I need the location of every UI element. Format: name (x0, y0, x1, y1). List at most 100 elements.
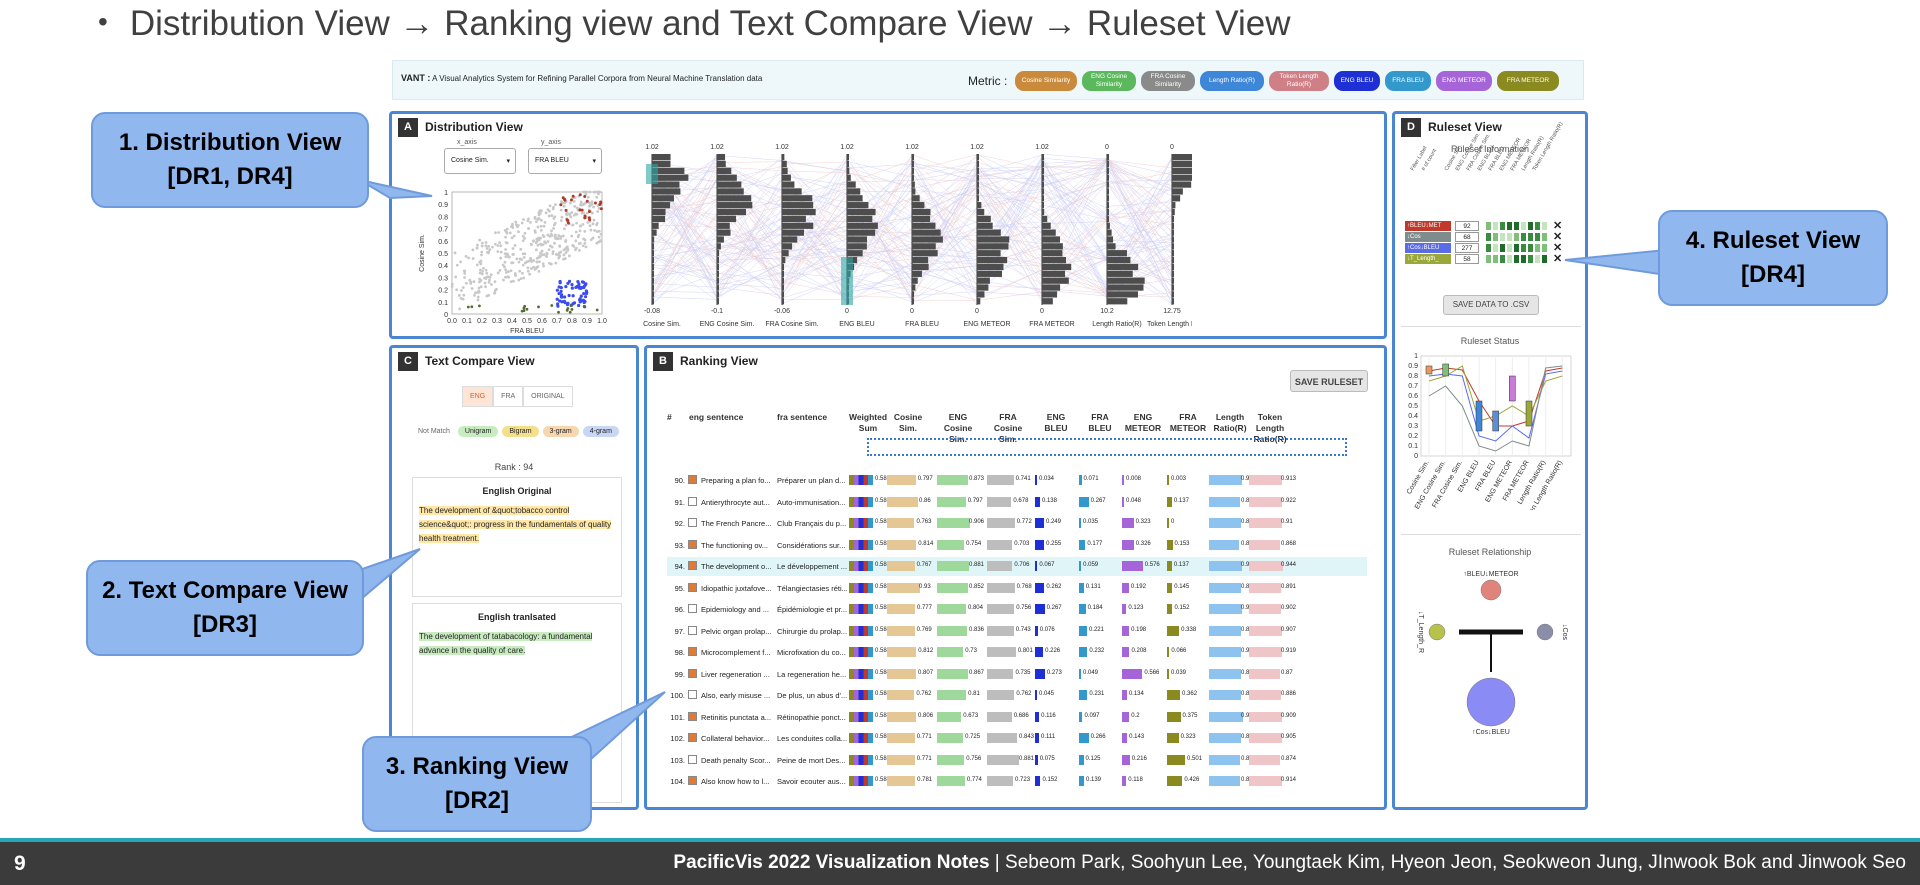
row-checkbox[interactable] (688, 561, 697, 570)
metric-pill[interactable]: ENG Cosine Similarity (1082, 71, 1136, 91)
table-row[interactable]: 92. The French Pancre... Club Français du … (667, 514, 1367, 533)
y-axis-select[interactable]: y_axis FRA BLEU ▾ (528, 139, 602, 174)
scatter-point (504, 248, 508, 251)
metric-bar (887, 733, 915, 743)
ranking-column-header[interactable]: fra sentence (777, 412, 857, 423)
row-checkbox[interactable] (688, 711, 697, 721)
ruleset-status-chart[interactable]: 10.90.80.70.60.50.40.30.20.10Cosine Sim.… (1399, 350, 1583, 510)
ranking-column-header[interactable]: ENG BLEU (1035, 412, 1077, 434)
save-csv-button[interactable]: SAVE DATA TO .CSV (1443, 295, 1539, 315)
eng-sentence: Antierythrocyte aut... (701, 497, 770, 507)
remove-rule-icon[interactable]: ✕ (1553, 252, 1562, 265)
pcp-histogram-bar (912, 160, 914, 168)
metric-bar (1167, 582, 1173, 593)
fra-sentence: Épidémiologie et pr... (777, 605, 847, 614)
table-row[interactable]: 100. Also, early misuse ... De plus, un ab… (667, 686, 1367, 705)
ranking-column-header[interactable]: Length Ratio(R) (1209, 412, 1251, 434)
eng-sentence: Retinitis punctata a... (701, 712, 772, 722)
metric-pill[interactable]: ENG BLEU (1334, 71, 1380, 91)
rule-label[interactable]: ↓T_Length_ (1405, 254, 1451, 264)
row-checkbox[interactable] (688, 776, 697, 785)
metric-pill[interactable]: Token Length Ratio(R) (1269, 71, 1329, 91)
pcp-histogram-bar (717, 202, 753, 209)
metric-pill[interactable]: Length Ratio(R) (1200, 71, 1264, 91)
row-checkbox[interactable] (688, 754, 697, 764)
pcp-histogram-bar (652, 215, 666, 223)
ranking-column-header[interactable]: Cosine Sim. (887, 412, 929, 434)
metric-value: 0.123 (1128, 605, 1144, 611)
x-axis-select[interactable]: x_axis Cosine Sim. ▾ (444, 139, 516, 174)
row-checkbox[interactable] (688, 625, 697, 635)
table-row[interactable]: 94. The development o... Le développement … (667, 557, 1367, 576)
rel-node-label: ↓Cos (1561, 624, 1568, 640)
ranking-column-header[interactable]: Weighted Sum (847, 412, 889, 434)
table-row[interactable]: 102. Collateral behavior... Les conduites … (667, 729, 1367, 748)
scatter-point (598, 190, 601, 194)
status-y-tick: 0.2 (1408, 433, 1418, 440)
ranking-column-header[interactable]: eng sentence (689, 412, 769, 423)
status-y-tick: 0.8 (1408, 373, 1418, 380)
table-row[interactable]: 98. Microcomplement f... Microfixation du … (667, 643, 1367, 662)
row-number: 103. (670, 755, 685, 765)
rule-label[interactable]: ↑BLEU↓MET (1405, 221, 1451, 231)
metric-bar (1209, 668, 1242, 679)
scatter-plot[interactable]: 10.90.80.70.60.50.40.30.20.100.0 0.1 0.2 0.… (412, 184, 622, 334)
row-checkbox[interactable] (688, 475, 697, 484)
rule-label[interactable]: ↑Cos↓BLEU (1405, 243, 1451, 253)
metric-bar (1209, 561, 1242, 571)
row-checkbox[interactable] (688, 604, 697, 613)
row-checkbox[interactable] (688, 496, 697, 506)
table-row[interactable]: 91. Antierythrocyte aut... Auto-immunisati… (667, 493, 1367, 512)
scatter-point (488, 248, 492, 252)
table-row[interactable]: 103. Death penalty Scor... Peine de mort D… (667, 751, 1367, 770)
pcp-histogram-bar (652, 202, 671, 209)
row-checkbox[interactable] (688, 582, 697, 592)
metric-pill[interactable]: FRA Cosine Similarity (1141, 71, 1195, 91)
rule-label[interactable]: ↓Cos (1405, 232, 1451, 242)
ruleset-rule-row[interactable]: ↓T_Length_ 58 ✕ (1405, 252, 1585, 265)
metric-bar (1122, 625, 1130, 636)
text-compare-tab[interactable]: ENG (462, 386, 494, 407)
text-compare-tab[interactable]: ORIGINAL (523, 386, 573, 407)
text-compare-tab[interactable]: FRA (493, 386, 524, 407)
table-row[interactable]: 101. Retinitis punctata a... Rétinopathie … (667, 708, 1367, 727)
rel-node (1428, 623, 1446, 641)
table-row[interactable]: 99. Liver regeneration ... La regeneration… (667, 665, 1367, 684)
table-row[interactable]: 96. Epidemiology and ... Épidémiologie et … (667, 600, 1367, 619)
metric-pill[interactable]: ENG METEOR (1436, 71, 1492, 91)
pcp-histogram-bar (652, 154, 671, 161)
scatter-point (558, 244, 562, 248)
rule-cell (1534, 232, 1541, 242)
weighted-sum-bar (849, 776, 873, 786)
distribution-view-panel: A Distribution View x_axis Cosine Sim. ▾ y… (389, 111, 1387, 339)
ruleset-relationship-graph[interactable]: ↑BLEU↓METEOR ↓T_Length_R ↓Cos ↑Cos↓BLEU (1399, 562, 1583, 807)
scatter-point (556, 237, 560, 241)
metric-bar (1249, 539, 1281, 550)
scatter-point (583, 190, 587, 194)
metric-pill[interactable]: FRA METEOR (1497, 71, 1559, 91)
ranking-column-header[interactable]: FRA BLEU (1079, 412, 1121, 434)
table-row[interactable]: 104. Also know how to l... Savoir ecouter … (667, 772, 1367, 791)
table-row[interactable]: 97. Pelvic organ prolap... Chirurgie du pr… (667, 622, 1367, 641)
scatter-point (545, 255, 548, 258)
metric-bar (1209, 733, 1241, 743)
selection-brush[interactable] (867, 438, 1347, 456)
table-row[interactable]: 93. The functioning ov... Considérations s… (667, 536, 1367, 555)
save-ruleset-button[interactable]: SAVE RULESET (1290, 370, 1368, 392)
row-checkbox[interactable] (688, 668, 697, 678)
metric-pill[interactable]: Cosine Similarity (1015, 71, 1077, 91)
metric-pill[interactable]: FRA BLEU (1385, 71, 1431, 91)
table-row[interactable]: 95. Idiopathic juxtafove... Télangiectasie… (667, 579, 1367, 598)
table-row[interactable]: 90. Preparing a plan fo... Préparer un pla… (667, 471, 1367, 490)
row-checkbox[interactable] (688, 539, 697, 549)
metric-bar (1209, 754, 1241, 765)
row-checkbox[interactable] (688, 518, 697, 527)
scatter-point (503, 265, 506, 269)
row-checkbox[interactable] (688, 690, 697, 699)
pcp-histogram-bar (1172, 291, 1174, 298)
parallel-coordinates-plot[interactable]: 1.02 -0.08 Cosine Sim. 1.02 -0.1 ENG Cosine S… (632, 140, 1192, 340)
row-checkbox[interactable] (688, 733, 697, 742)
ranking-column-header[interactable]: FRA METEOR (1167, 412, 1209, 434)
ranking-column-header[interactable]: ENG METEOR (1122, 412, 1164, 434)
row-checkbox[interactable] (688, 647, 697, 656)
